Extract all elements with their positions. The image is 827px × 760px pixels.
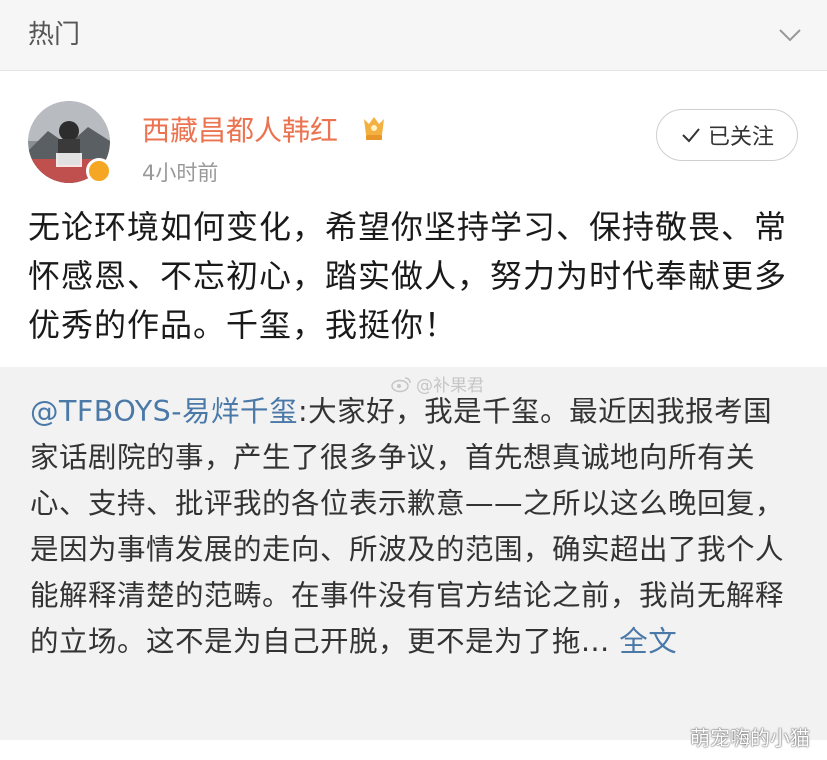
full-text-link[interactable]: 全文: [619, 625, 677, 658]
reposted-content[interactable]: @TFBOYS-易烊千玺:大家好，我是千玺。最近因我报考国家话剧院的事，产生了很…: [0, 367, 827, 740]
post-time: 4小时前: [142, 161, 219, 185]
watermark-text: @补果君: [416, 376, 484, 396]
post-username[interactable]: 西藏昌都人韩红: [142, 109, 338, 149]
watermark: @补果君: [390, 371, 484, 396]
verified-badge-icon: [86, 158, 112, 184]
chevron-down-icon[interactable]: [777, 22, 803, 48]
checkmark-icon: [682, 128, 700, 143]
vip-medal-icon: [364, 117, 384, 140]
weibo-post: 西藏昌都人韩红 4小时前 已关注 无论环境如何变化，希望你坚持学习、保持敬畏、常…: [0, 71, 827, 760]
post-text: 无论环境如何变化，希望你坚持学习、保持敬畏、常怀感恩、不忘初心，踏实做人，努力为…: [28, 208, 788, 344]
page-title: 热门: [28, 20, 81, 50]
repost-mention-link[interactable]: @TFBOYS-易烊千玺: [30, 395, 298, 428]
top-bar: 热门: [0, 0, 827, 71]
weibo-logo-icon: [391, 376, 411, 392]
repost-body: :大家好，我是千玺。最近因我报考国家话剧院的事，产生了很多争议，首先想真诚地向所…: [30, 395, 785, 658]
corner-watermark: 萌宠嗨的小猫: [690, 726, 810, 750]
follow-label: 已关注: [707, 125, 774, 150]
repost-text: @TFBOYS-易烊千玺:大家好，我是千玺。最近因我报考国家话剧院的事，产生了很…: [30, 389, 800, 665]
follow-button[interactable]: 已关注: [656, 109, 798, 161]
